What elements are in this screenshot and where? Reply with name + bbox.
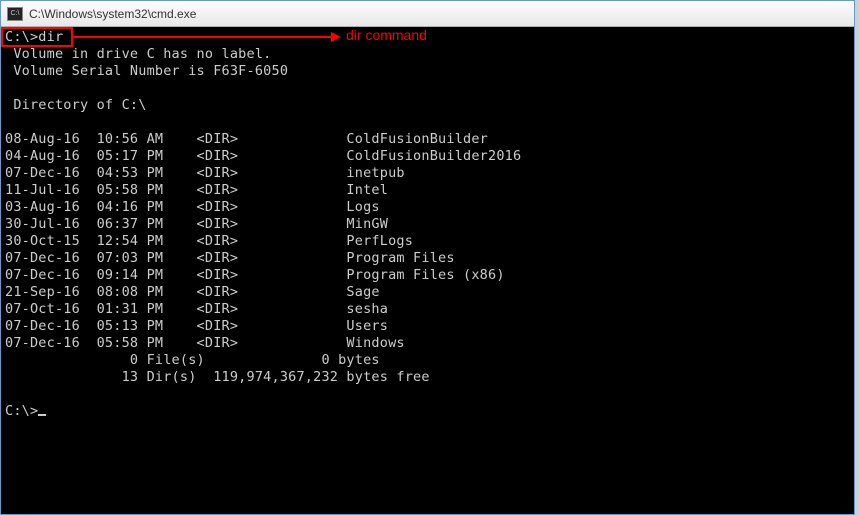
prompt-line-1: C:\>dir [5, 29, 63, 45]
arrow-line [73, 36, 331, 38]
annotation-label: dir command [346, 27, 427, 43]
serial-line: Volume Serial Number is F63F-6050 [5, 63, 288, 79]
directory-of-line: Directory of C:\ [5, 97, 147, 113]
arrow-head-icon [331, 32, 341, 42]
prompt-line-2: C:\> [5, 403, 38, 419]
cursor [38, 414, 46, 416]
dirs-summary: 13 Dir(s) 119,974,367,232 bytes free [5, 369, 430, 385]
directory-listing: 08-Aug-16 10:56 AM <DIR> ColdFusionBuild… [5, 131, 850, 352]
titlebar[interactable]: C:\ C:\Windows\system32\cmd.exe [1, 1, 854, 27]
terminal-area[interactable]: C:\>dir Volume in drive C has no label. … [1, 27, 854, 514]
cmd-window: C:\ C:\Windows\system32\cmd.exe C:\>dir … [0, 0, 855, 515]
window-title: C:\Windows\system32\cmd.exe [29, 7, 196, 21]
files-summary: 0 File(s) 0 bytes [5, 352, 380, 368]
volume-line: Volume in drive C has no label. [5, 46, 272, 62]
cmd-icon: C:\ [7, 7, 23, 21]
